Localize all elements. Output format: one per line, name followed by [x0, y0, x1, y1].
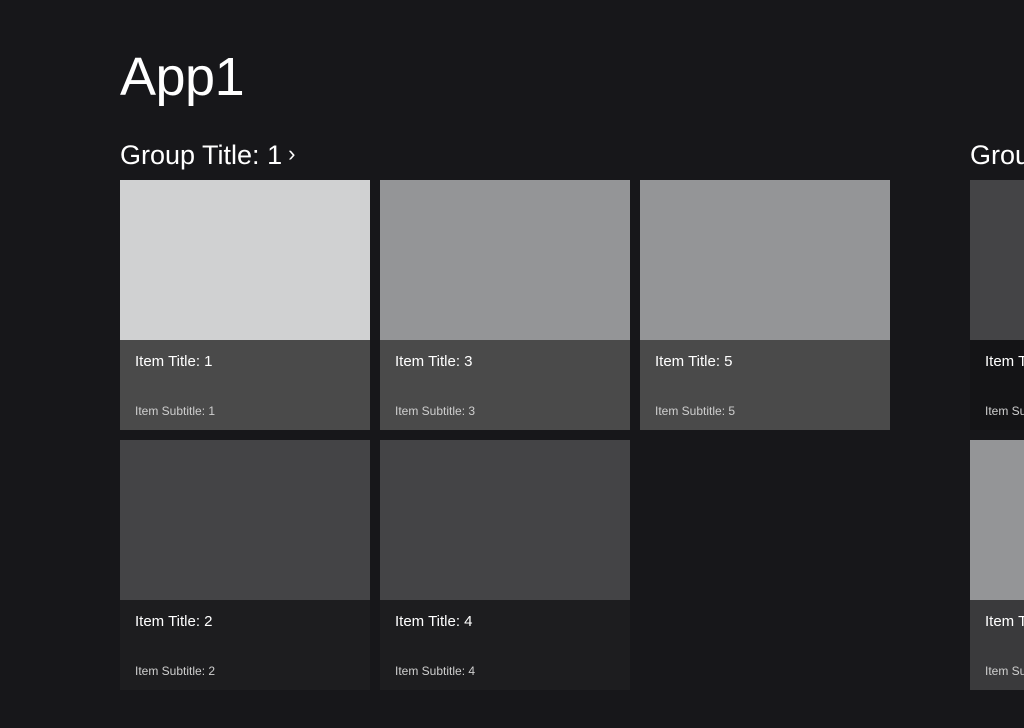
tile-item-2[interactable]: Item Title: 2 Item Subtitle: 2: [120, 440, 370, 690]
group-2: Group Title: 2 › Item Title: 1 Item Subt…: [970, 130, 1024, 700]
tile-caption: Item Title: 4 Item Subtitle: 4: [380, 600, 630, 690]
tile-subtitle: Item Subtitle: 1: [135, 404, 216, 418]
tile-subtitle: Item Subtitle: 2: [985, 664, 1024, 678]
tile-caption: Item Title: 3 Item Subtitle: 3: [380, 340, 630, 430]
group-items-1: Item Title: 1 Item Subtitle: 1 Item Titl…: [120, 180, 890, 700]
tile-caption: Item Title: 2 Item Subtitle: 2: [970, 600, 1024, 690]
page-header: App1: [120, 46, 245, 116]
groups-rail: Group Title: 1 › Item Title: 1 Item Subt…: [120, 130, 1024, 728]
tile-title: Item Title: 4: [395, 613, 473, 630]
tile-item-4[interactable]: Item Title: 4 Item Subtitle: 4: [380, 440, 630, 690]
tile-caption: Item Title: 5 Item Subtitle: 5: [640, 340, 890, 430]
app-root: App1 Group Title: 1 › Item Title: 1 Item…: [0, 0, 1024, 728]
tile-image: [640, 180, 890, 340]
chevron-right-icon: ›: [288, 141, 296, 166]
tile-item-1[interactable]: Item Title: 1 Item Subtitle: 1: [120, 180, 370, 430]
tile-item-1[interactable]: Item Title: 1 Item Subtitle: 1: [970, 180, 1024, 430]
tile-title: Item Title: 1: [135, 353, 213, 370]
tile-image: [380, 180, 630, 340]
page-title: App1: [120, 47, 245, 107]
tile-title: Item Title: 5: [655, 353, 733, 370]
tile-subtitle: Item Subtitle: 1: [985, 404, 1024, 418]
tile-title: Item Title: 1: [985, 353, 1024, 370]
group-header-1[interactable]: Group Title: 1 ›: [120, 130, 890, 180]
tile-caption: Item Title: 1 Item Subtitle: 1: [970, 340, 1024, 430]
tile-subtitle: Item Subtitle: 4: [395, 664, 476, 678]
tile-subtitle: Item Subtitle: 5: [655, 404, 736, 418]
tile-title: Item Title: 3: [395, 353, 473, 370]
tile-subtitle: Item Subtitle: 2: [135, 664, 216, 678]
tile-subtitle: Item Subtitle: 3: [395, 404, 476, 418]
group-title-label: Group Title: 2: [970, 140, 1024, 170]
tile-image: [380, 440, 630, 600]
tile-item-3[interactable]: Item Title: 3 Item Subtitle: 3: [380, 180, 630, 430]
tile-caption: Item Title: 2 Item Subtitle: 2: [120, 600, 370, 690]
tile-title: Item Title: 2: [985, 613, 1024, 630]
tile-image: [120, 180, 370, 340]
tile-item-2[interactable]: Item Title: 2 Item Subtitle: 2: [970, 440, 1024, 690]
tile-item-5[interactable]: Item Title: 5 Item Subtitle: 5: [640, 180, 890, 430]
group-header-2[interactable]: Group Title: 2 ›: [970, 130, 1024, 180]
tile-image: [970, 440, 1024, 600]
groups-scroll-region[interactable]: Group Title: 1 › Item Title: 1 Item Subt…: [0, 130, 1024, 728]
tile-image: [120, 440, 370, 600]
group-title-label: Group Title: 1: [120, 140, 283, 170]
tile-image: [970, 180, 1024, 340]
group-1: Group Title: 1 › Item Title: 1 Item Subt…: [120, 130, 890, 700]
tile-title: Item Title: 2: [135, 613, 213, 630]
tile-caption: Item Title: 1 Item Subtitle: 1: [120, 340, 370, 430]
group-items-2: Item Title: 1 Item Subtitle: 1 Item Titl…: [970, 180, 1024, 700]
